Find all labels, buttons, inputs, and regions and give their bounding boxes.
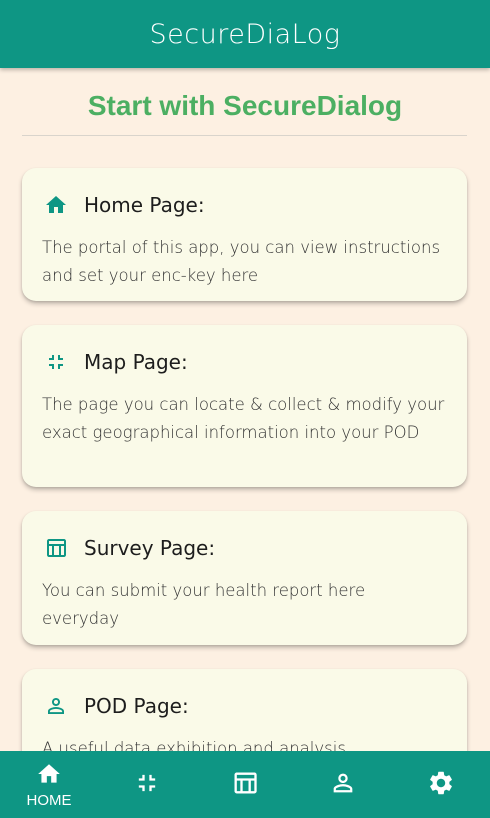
main-content[interactable]: Start with SecureDialog Home Page: The p… (0, 68, 490, 751)
card-description: You can submit your health report here e… (42, 581, 366, 628)
card-title: Map Page: (84, 350, 188, 374)
card-description: The portal of this app, you can view ins… (42, 238, 441, 285)
divider (22, 135, 467, 136)
card-map-page: Map Page: The page you can locate & coll… (22, 325, 467, 487)
person-icon (44, 693, 70, 719)
card-description: A useful data exhibition and analysis (42, 739, 346, 751)
nav-item-settings[interactable] (392, 751, 490, 818)
nav-item-pod[interactable] (294, 751, 392, 818)
compress-arrows-icon (44, 349, 70, 375)
app-title: SecureDiaLog (149, 18, 341, 50)
home-icon (36, 761, 62, 791)
card-title: Survey Page: (84, 536, 216, 560)
nav-item-home[interactable]: HOME (0, 751, 98, 818)
home-icon (44, 192, 70, 218)
table-icon (231, 769, 259, 801)
app-bar: SecureDiaLog (0, 0, 490, 68)
nav-item-survey[interactable] (196, 751, 294, 818)
card-title: POD Page: (84, 694, 189, 718)
nav-item-label: HOME (26, 791, 72, 809)
card-survey-page: Survey Page: You can submit your health … (22, 511, 467, 645)
page-title: Start with SecureDialog (87, 90, 403, 121)
card-description: The page you can locate & collect & modi… (42, 395, 445, 442)
person-icon (329, 769, 357, 801)
compress-arrows-icon (133, 769, 161, 801)
nav-item-map[interactable] (98, 751, 196, 818)
table-icon (44, 535, 70, 561)
card-pod-page: POD Page: A useful data exhibition and a… (22, 669, 467, 751)
bottom-navigation: HOME (0, 751, 490, 818)
card-title: Home Page: (84, 193, 205, 217)
card-home-page: Home Page: The portal of this app, you c… (22, 168, 467, 301)
gear-icon (427, 769, 455, 801)
